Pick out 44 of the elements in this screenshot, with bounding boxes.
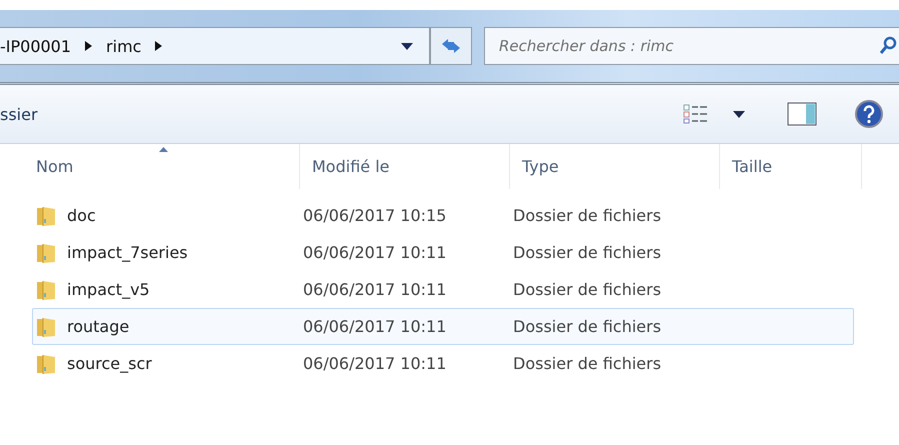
breadcrumb[interactable]: rimc xyxy=(106,36,142,56)
folder-icon xyxy=(35,278,57,300)
toolbar-label[interactable]: ssier xyxy=(0,104,38,124)
modified-date: 06/06/2017 10:11 xyxy=(303,317,448,336)
file-type: Dossier de fichiers xyxy=(513,317,662,336)
preview-pane-icon[interactable] xyxy=(787,102,817,126)
chevron-icon[interactable] xyxy=(85,41,92,51)
file-type: Dossier de fichiers xyxy=(513,354,662,373)
sort-arrow-icon xyxy=(159,147,168,152)
file-name: impact_v5 xyxy=(67,280,150,299)
file-row[interactable]: source_scr 06/06/2017 10:11 Dossier de fichiers xyxy=(32,345,854,382)
refresh-button[interactable] xyxy=(430,27,472,65)
folder-icon xyxy=(35,316,57,338)
file-type: Dossier de fichiers xyxy=(513,280,662,299)
breadcrumb[interactable]: -IP00001 xyxy=(0,36,72,56)
search-icon[interactable] xyxy=(879,36,897,56)
column-header[interactable]: Taille xyxy=(720,144,862,189)
folder-icon xyxy=(35,242,57,264)
chevron-icon[interactable] xyxy=(155,41,162,51)
modified-date: 06/06/2017 10:15 xyxy=(303,206,448,225)
dropdown-icon[interactable] xyxy=(401,42,413,50)
column-header[interactable]: Nom xyxy=(22,144,300,189)
address-field[interactable]: -IP00001 rimc xyxy=(0,27,430,65)
modified-date: 06/06/2017 10:11 xyxy=(303,354,448,373)
modified-date: 06/06/2017 10:11 xyxy=(303,243,448,262)
file-row[interactable]: routage 06/06/2017 10:11 Dossier de fichiers xyxy=(32,308,854,345)
file-row[interactable]: impact_v5 06/06/2017 10:11 Dossier de fichiers xyxy=(32,271,854,308)
folder-icon xyxy=(35,352,57,374)
file-name: doc xyxy=(67,206,96,225)
dropdown-icon[interactable] xyxy=(733,110,745,118)
refresh-icon xyxy=(440,37,462,55)
file-type: Dossier de fichiers xyxy=(513,206,662,225)
file-type: Dossier de fichiers xyxy=(513,243,662,262)
help-icon[interactable] xyxy=(855,100,883,128)
search-field[interactable]: Rechercher dans : rimc xyxy=(484,27,899,65)
column-header[interactable]: Type xyxy=(510,144,720,189)
modified-date: 06/06/2017 10:11 xyxy=(303,280,448,299)
file-name: source_scr xyxy=(67,354,152,373)
file-row[interactable]: doc 06/06/2017 10:15 Dossier de fichiers xyxy=(32,197,854,234)
file-name: impact_7series xyxy=(67,243,188,262)
file-row[interactable]: impact_7series 06/06/2017 10:11 Dossier de fichiers xyxy=(32,234,854,271)
file-name: routage xyxy=(67,317,130,336)
column-header[interactable]: Modifié le xyxy=(300,144,510,189)
folder-icon xyxy=(35,204,57,226)
